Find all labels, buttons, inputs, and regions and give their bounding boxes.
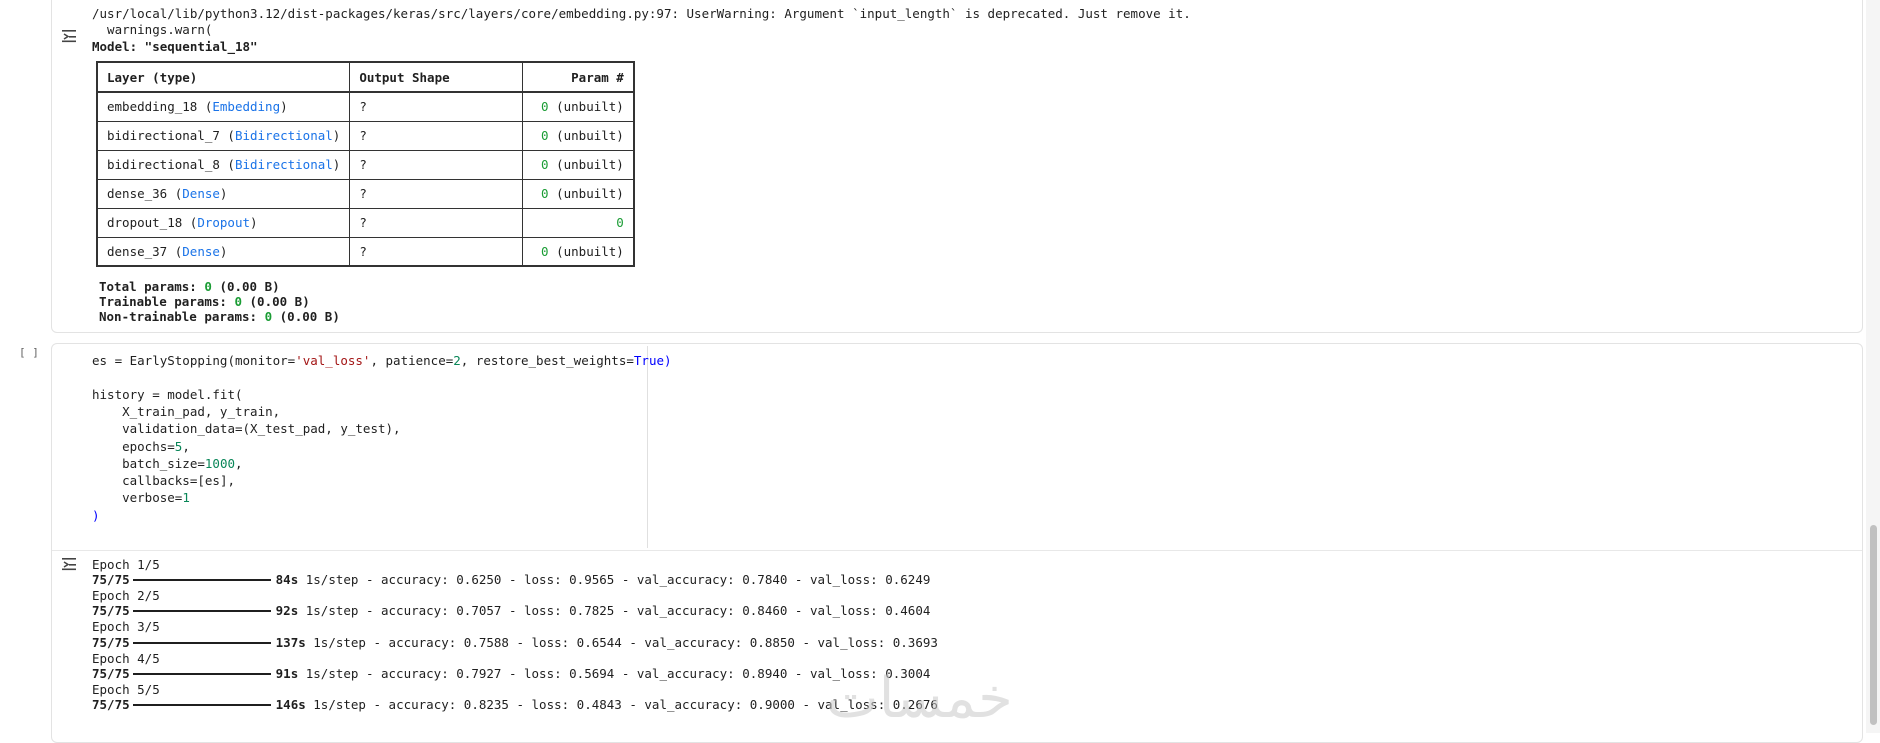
output-shape-cell: ? bbox=[349, 178, 524, 209]
code-line: es = EarlyStopping(monitor='val_loss', p… bbox=[92, 353, 672, 368]
progress-bar bbox=[132, 578, 271, 581]
code-line: callbacks=[es], bbox=[92, 473, 236, 488]
progress-bar bbox=[132, 672, 271, 675]
table-row: bidirectional_7 (Bidirectional) ? 0 (unb… bbox=[96, 120, 635, 151]
progress-bar bbox=[132, 703, 271, 706]
layer-type: Embedding bbox=[212, 99, 281, 115]
model-summary-table: Layer (type) Output Shape Param # embedd… bbox=[96, 61, 635, 267]
output-toggle-icon[interactable] bbox=[61, 28, 79, 44]
table-row: dense_36 (Dense) ? 0 (unbuilt) bbox=[96, 178, 635, 209]
output-shape-cell: ? bbox=[349, 120, 524, 151]
epoch-progress-line: 75/75 84s 1s/step - accuracy: 0.6250 - lo… bbox=[92, 572, 931, 587]
scrollbar-thumb[interactable] bbox=[1870, 525, 1877, 725]
table-row: bidirectional_8 (Bidirectional) ? 0 (unb… bbox=[96, 149, 635, 180]
code-line: epochs=5, bbox=[92, 439, 190, 454]
code-line: X_train_pad, y_train, bbox=[92, 404, 281, 419]
watermark-logo: خمسات bbox=[826, 666, 1013, 731]
code-line: verbose=1 bbox=[92, 490, 190, 505]
column-header-param: Param # bbox=[522, 61, 635, 93]
table-row: dense_37 (Dense) ? 0 (unbuilt) bbox=[96, 236, 635, 267]
layer-name-cell: dense_36 (Dense) bbox=[96, 178, 351, 209]
layer-name-cell: dense_37 (Dense) bbox=[96, 236, 351, 267]
column-header-layer: Layer (type) bbox=[96, 61, 351, 93]
epoch-progress-line: 75/75 146s 1s/step - accuracy: 0.8235 - l… bbox=[92, 697, 938, 712]
layer-type: Bidirectional bbox=[234, 128, 333, 143]
layer-name-cell: bidirectional_8 (Bidirectional) bbox=[96, 149, 351, 180]
progress-bar bbox=[132, 641, 271, 644]
param-cell: 0 bbox=[522, 207, 635, 238]
progress-bar bbox=[132, 609, 271, 612]
param-cell: 0 (unbuilt) bbox=[522, 149, 635, 180]
execution-count[interactable]: [ ] bbox=[19, 346, 39, 359]
output-divider bbox=[52, 550, 1862, 551]
code-line: validation_data=(X_test_pad, y_test), bbox=[92, 421, 401, 436]
param-cell: 0 (unbuilt) bbox=[522, 120, 635, 151]
layer-type: Dense bbox=[182, 243, 220, 259]
warning-call: warnings.warn( bbox=[92, 22, 213, 37]
model-title: Model: "sequential_18" bbox=[92, 39, 258, 54]
param-cell: 0 (unbuilt) bbox=[522, 236, 635, 267]
warning-message: /usr/local/lib/python3.12/dist-packages/… bbox=[92, 6, 1191, 21]
layer-name-cell: bidirectional_7 (Bidirectional) bbox=[96, 120, 351, 151]
epoch-label: Epoch 3/5 bbox=[92, 619, 160, 634]
epoch-progress-line: 75/75 137s 1s/step - accuracy: 0.7588 - l… bbox=[92, 635, 938, 650]
code-line: history = model.fit( bbox=[92, 387, 243, 402]
output-toggle-icon[interactable] bbox=[61, 556, 79, 572]
table-row: embedding_18 (Embedding) ? 0 (unbuilt) bbox=[96, 91, 635, 122]
layer-type: Bidirectional bbox=[234, 157, 333, 172]
output-shape-cell: ? bbox=[349, 149, 524, 180]
output-shape-cell: ? bbox=[349, 236, 524, 267]
non-trainable-params: Non-trainable params: 0 (0.00 B) bbox=[99, 309, 340, 324]
epoch-progress-line: 75/75 92s 1s/step - accuracy: 0.7057 - lo… bbox=[92, 603, 931, 618]
layer-type: Dense bbox=[182, 186, 220, 201]
output-shape-cell: ? bbox=[349, 207, 524, 238]
table-row: dropout_18 (Dropout) ? 0 bbox=[96, 207, 635, 238]
column-header-output-shape: Output Shape bbox=[349, 61, 524, 93]
editor-ruler bbox=[647, 346, 648, 548]
param-cell: 0 (unbuilt) bbox=[522, 178, 635, 209]
code-line: batch_size=1000, bbox=[92, 456, 243, 471]
code-line: ) bbox=[92, 508, 100, 523]
table-header-row: Layer (type) Output Shape Param # bbox=[96, 61, 635, 93]
layer-name-cell: embedding_18 (Embedding) bbox=[96, 91, 351, 122]
output-shape-cell: ? bbox=[349, 91, 524, 122]
layer-name-cell: dropout_18 (Dropout) bbox=[96, 207, 351, 238]
param-cell: 0 (unbuilt) bbox=[522, 91, 635, 122]
layer-type: Dropout bbox=[197, 215, 251, 230]
epoch-progress-line: 75/75 91s 1s/step - accuracy: 0.7927 - lo… bbox=[92, 666, 931, 681]
